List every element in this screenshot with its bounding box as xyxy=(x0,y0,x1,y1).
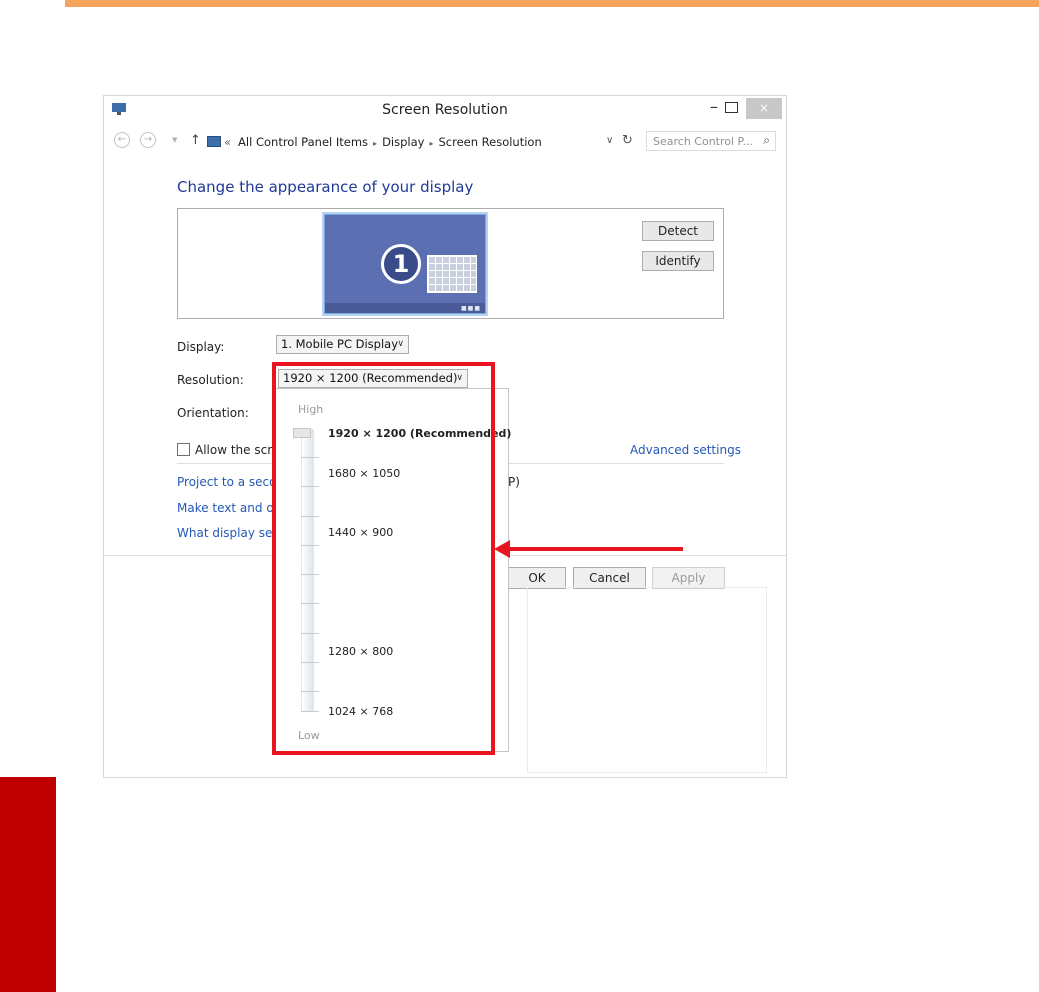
callout-highlight-box xyxy=(272,362,495,755)
callout-arrow-shaft xyxy=(508,547,683,551)
allow-rotation-checkbox[interactable] xyxy=(177,443,190,456)
orientation-label: Orientation: xyxy=(177,406,249,420)
breadcrumb-separator-icon[interactable]: ▸ xyxy=(373,139,377,148)
chapter-side-tab xyxy=(0,777,56,992)
monitor-taskbar: ■■■ xyxy=(325,303,485,313)
control-panel-icon xyxy=(207,136,221,147)
display-select[interactable]: 1. Mobile PC Display ∨ xyxy=(276,335,409,354)
title-bar: Screen Resolution – × xyxy=(104,96,786,126)
maximize-button[interactable] xyxy=(725,102,738,113)
monitor-arrangement-panel: 1 ■■■ Detect Identify xyxy=(177,208,724,319)
minimize-button[interactable]: – xyxy=(705,99,723,118)
page-title: Change the appearance of your display xyxy=(177,178,474,196)
close-button[interactable]: × xyxy=(746,98,782,119)
ellipsis-icon: ■■■ xyxy=(460,305,481,312)
cancel-button[interactable]: Cancel xyxy=(573,567,646,589)
breadcrumb: « All Control Panel Items ▸ Display ▸ Screen … xyxy=(224,135,542,149)
start-screen-icon xyxy=(427,255,477,293)
recent-pages-dropdown[interactable]: ▼ xyxy=(172,136,177,144)
chevron-down-icon: ∨ xyxy=(397,339,404,349)
callout-arrow-icon xyxy=(494,540,510,558)
display-select-value: 1. Mobile PC Display xyxy=(281,337,399,351)
project-link-suffix: P) xyxy=(508,475,520,489)
ok-button[interactable]: OK xyxy=(508,567,566,589)
identify-button[interactable]: Identify xyxy=(642,251,714,271)
back-button[interactable]: ← xyxy=(114,132,130,148)
breadcrumb-item-all-control-panel-items[interactable]: All Control Panel Items xyxy=(238,135,368,149)
monitor-1-thumbnail[interactable]: 1 ■■■ xyxy=(324,214,486,314)
resolution-label: Resolution: xyxy=(177,373,244,387)
forward-button[interactable]: → xyxy=(140,132,156,148)
address-row: ← → ▼ ↑ « All Control Panel Items ▸ Display… xyxy=(104,126,786,158)
apply-button[interactable]: Apply xyxy=(652,567,725,589)
search-icon[interactable]: ⌕ xyxy=(763,133,770,148)
breadcrumb-separator-icon[interactable]: ▸ xyxy=(429,139,433,148)
display-label: Display: xyxy=(177,340,225,354)
refresh-icon[interactable]: ↻ xyxy=(622,133,633,148)
advanced-settings-link[interactable]: Advanced settings xyxy=(630,443,741,457)
breadcrumb-item-screen-resolution[interactable]: Screen Resolution xyxy=(438,135,541,149)
up-arrow-icon[interactable]: ↑ xyxy=(190,133,201,148)
background-panel-outline xyxy=(527,587,767,773)
window-title: Screen Resolution xyxy=(382,102,508,118)
address-dropdown-icon[interactable]: ∨ xyxy=(606,135,613,146)
monitor-number-badge: 1 xyxy=(381,244,421,284)
page-top-rule xyxy=(65,0,1039,7)
breadcrumb-item-display[interactable]: Display xyxy=(382,135,424,149)
breadcrumb-overflow[interactable]: « xyxy=(224,135,231,149)
detect-button[interactable]: Detect xyxy=(642,221,714,241)
search-placeholder: Search Control P... xyxy=(653,135,753,148)
search-input[interactable]: Search Control P... ⌕ xyxy=(646,131,776,151)
